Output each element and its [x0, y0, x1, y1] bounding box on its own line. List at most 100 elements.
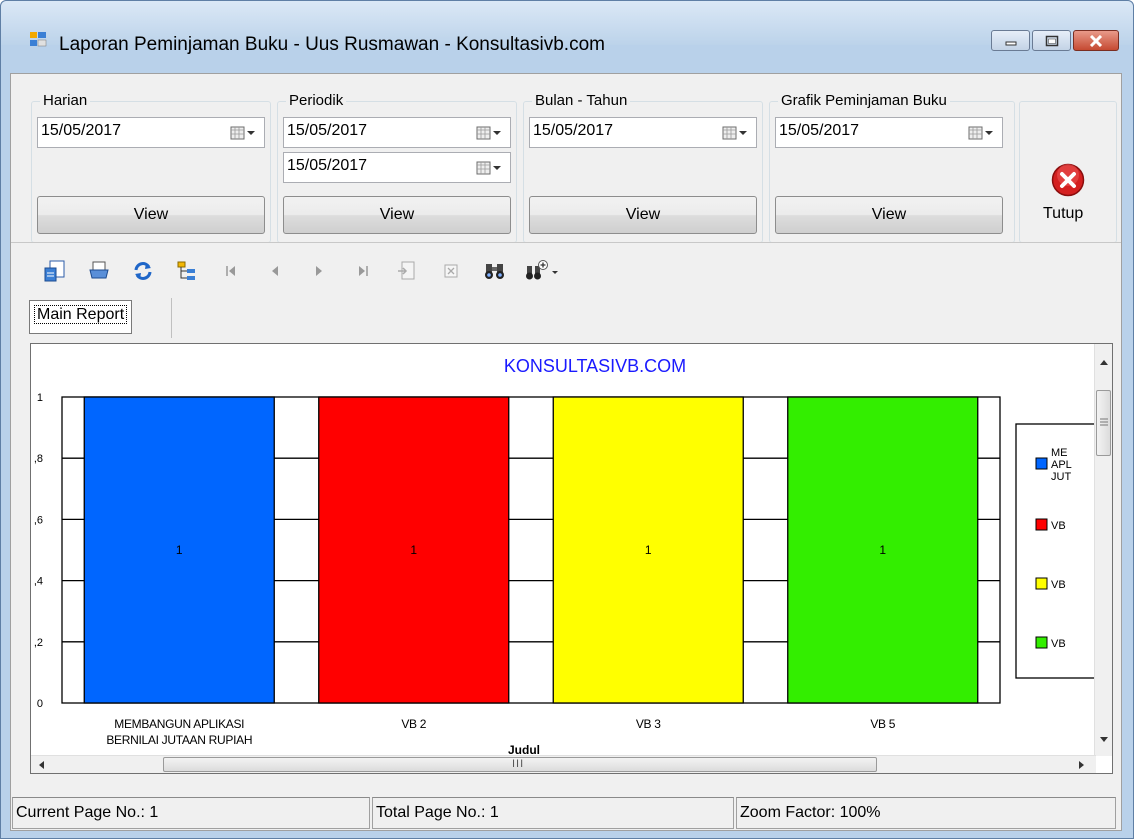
calendar-dropdown-icon[interactable]	[476, 160, 502, 176]
group-periodik: Periodik 15/05/2017 15/05/2017 View	[277, 92, 517, 243]
vertical-scroll-thumb[interactable]	[1096, 390, 1111, 456]
close-icon	[1089, 34, 1103, 47]
status-zoom-factor: Zoom Factor: 100%	[736, 797, 1116, 829]
group-harian-label: Harian	[40, 92, 91, 109]
grafik-view-button[interactable]: View	[775, 196, 1003, 234]
horizontal-scroll-thumb[interactable]: III	[163, 757, 877, 772]
group-tree-button[interactable]	[165, 256, 209, 286]
data-label: 1	[645, 543, 652, 557]
vertical-scrollbar[interactable]	[1094, 344, 1112, 756]
x-tick-label: VB 5	[870, 717, 895, 731]
maximize-button[interactable]	[1032, 30, 1071, 51]
legend-swatch-2	[1035, 518, 1048, 531]
y-tick-label: ,2	[34, 637, 43, 649]
tab-separator	[171, 298, 172, 338]
data-label: 1	[879, 543, 886, 557]
maximize-icon	[1045, 35, 1058, 46]
app-window: Laporan Peminjaman Buku - Uus Rusmawan -…	[0, 0, 1134, 839]
y-tick-label: 0	[37, 698, 43, 710]
x-tick-label: BERNILAI JUTAAN RUPIAH	[106, 733, 252, 747]
group-bulan-tahun: Bulan - Tahun 15/05/2017 View	[523, 92, 763, 243]
status-bar: Current Page No.: 1 Total Page No.: 1 Zo…	[11, 796, 1121, 830]
window-title: Laporan Peminjaman Buku - Uus Rusmawan -…	[59, 34, 605, 55]
harian-date-value: 15/05/2017	[41, 122, 122, 139]
report-toolbar	[33, 255, 569, 287]
refresh-icon	[134, 262, 152, 280]
export-button[interactable]	[33, 256, 77, 286]
x-tick-label: VB 3	[636, 717, 661, 731]
close-form-button[interactable]: Tutup	[1019, 101, 1117, 243]
legend-label: VB	[1051, 579, 1066, 591]
calendar-dropdown-icon[interactable]	[476, 125, 502, 141]
horizontal-scrollbar[interactable]: III	[31, 755, 1096, 773]
legend-label: VB	[1051, 638, 1066, 650]
data-label: 1	[410, 543, 417, 557]
close-form-label: Tutup	[1043, 205, 1084, 222]
refresh-button[interactable]	[121, 256, 165, 286]
group-tree-icon	[177, 261, 195, 280]
bulan-tahun-date-picker[interactable]: 15/05/2017	[529, 117, 757, 148]
zoom-button[interactable]	[517, 256, 569, 286]
data-label: 1	[176, 543, 183, 557]
find-text-button[interactable]	[473, 256, 517, 286]
minimize-button[interactable]	[991, 30, 1030, 51]
minimize-icon	[1005, 41, 1016, 45]
legend-swatch-4	[1035, 636, 1048, 649]
group-grafik: Grafik Peminjaman Buku 15/05/2017 View	[769, 92, 1015, 243]
legend-label: APL	[1051, 459, 1072, 471]
first-page-button[interactable]	[209, 256, 253, 286]
grafik-date-value: 15/05/2017	[779, 122, 860, 139]
periodik-date-to-picker[interactable]: 15/05/2017	[283, 152, 511, 183]
export-icon	[44, 260, 65, 282]
close-view-button[interactable]	[429, 256, 473, 286]
group-bulan-tahun-label: Bulan - Tahun	[532, 92, 631, 109]
periodik-date-from-picker[interactable]: 15/05/2017	[283, 117, 511, 148]
periodik-view-button[interactable]: View	[283, 196, 511, 234]
y-tick-label: ,6	[34, 514, 43, 526]
last-page-icon	[359, 266, 368, 276]
last-page-button[interactable]	[341, 256, 385, 286]
calendar-dropdown-icon[interactable]	[968, 125, 994, 141]
bar-chart: KONSULTASIVB.COM 0 ,2 ,4 ,6 ,8 1 1 MEMBANGUN APL…	[34, 356, 1096, 756]
group-periodik-label: Periodik	[286, 92, 347, 109]
first-page-icon	[226, 266, 235, 276]
scroll-left-icon[interactable]	[37, 760, 45, 770]
status-total-page: Total Page No.: 1	[372, 797, 734, 829]
calendar-dropdown-icon[interactable]	[722, 125, 748, 141]
next-page-icon	[316, 266, 322, 276]
scroll-down-icon[interactable]	[1099, 736, 1109, 744]
x-tick-label: MEMBANGUN APLIKASI	[114, 717, 244, 731]
report-viewer: Main Report KONSULTASIVB.COM 0 ,2 ,4 ,6 ,8 1 1 M…	[11, 242, 1121, 796]
x-tick-label: VB 2	[401, 717, 426, 731]
legend-label: JUT	[1051, 471, 1071, 483]
report-page: KONSULTASIVB.COM 0 ,2 ,4 ,6 ,8 1 1 MEMBANGUN APL…	[30, 343, 1113, 774]
periodik-date-from-value: 15/05/2017	[287, 122, 368, 139]
scroll-right-icon[interactable]	[1078, 760, 1086, 770]
legend-swatch-1	[1035, 457, 1048, 470]
chart-title: KONSULTASIVB.COM	[504, 356, 686, 376]
grip-icon	[1100, 418, 1108, 426]
harian-date-picker[interactable]: 15/05/2017	[37, 117, 265, 148]
close-window-button[interactable]	[1073, 30, 1119, 51]
window-controls	[989, 30, 1119, 51]
group-grafik-label: Grafik Peminjaman Buku	[778, 92, 950, 109]
previous-page-icon	[272, 266, 278, 276]
print-button[interactable]	[77, 256, 121, 286]
zoom-icon	[526, 260, 558, 280]
scroll-up-icon[interactable]	[1099, 358, 1109, 366]
grafik-date-picker[interactable]: 15/05/2017	[775, 117, 1003, 148]
close-view-icon	[444, 264, 458, 278]
previous-page-button[interactable]	[253, 256, 297, 286]
calendar-dropdown-icon[interactable]	[230, 125, 256, 141]
goto-page-button[interactable]	[385, 256, 429, 286]
tab-main-report[interactable]: Main Report	[29, 300, 133, 334]
harian-view-button[interactable]: View	[37, 196, 265, 234]
bulan-tahun-view-button[interactable]: View	[529, 196, 757, 234]
next-page-button[interactable]	[297, 256, 341, 286]
y-tick-label: ,4	[34, 576, 43, 588]
tab-main-report-label: Main Report	[34, 305, 128, 324]
bulan-tahun-date-value: 15/05/2017	[533, 122, 614, 139]
y-tick-label: 1	[37, 392, 43, 404]
title-bar[interactable]: Laporan Peminjaman Buku - Uus Rusmawan -…	[1, 1, 1133, 55]
legend-swatch-3	[1035, 577, 1048, 590]
